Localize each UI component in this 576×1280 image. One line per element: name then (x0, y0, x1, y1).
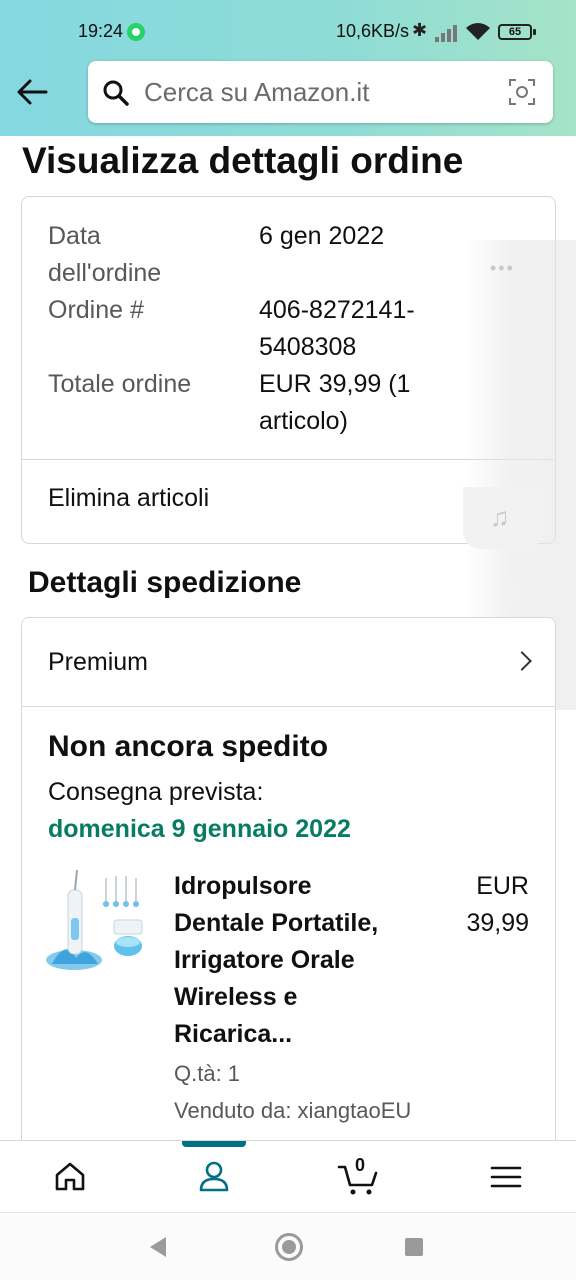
product-title[interactable]: Idropulsore Dentale Portatile, Irrigator… (174, 868, 429, 1053)
network-speed: 10,6KB/s (336, 21, 410, 41)
delete-items-label: Elimina articoli (48, 484, 210, 512)
order-number-value-cont: 5408308 (259, 333, 357, 361)
order-total-label: Totale ordine (48, 370, 192, 398)
whatsapp-icon (127, 23, 145, 41)
system-nav-bar (0, 1212, 576, 1280)
product-title-line: Ricarica... (174, 1020, 293, 1048)
order-total-value-cont: articolo) (259, 407, 348, 435)
order-number-label: Ordine # (48, 296, 144, 324)
order-date-label-cont: dell'ordine (48, 259, 162, 287)
price-amount: 39,99 (466, 909, 529, 937)
divider (22, 706, 555, 707)
order-date-label: Data (48, 222, 101, 250)
product-quantity: Q.tà: 1 (174, 1061, 241, 1086)
order-date-value: 6 gen 2022 (259, 222, 385, 250)
status-time: 19:24 (78, 21, 124, 41)
search-icon (103, 80, 129, 106)
menu-icon[interactable] (484, 1155, 528, 1199)
product-title-line: Dentale Portatile, (174, 909, 379, 937)
system-home-icon[interactable] (275, 1233, 303, 1261)
delivery-label: Consegna prevista: (48, 778, 264, 806)
active-tab-indicator (182, 1141, 246, 1147)
status-bar: 19:24 10,6KB/s ✱ 65 (0, 0, 576, 60)
product-image[interactable] (46, 868, 148, 978)
delivery-date: domenica 9 gennaio 2022 (48, 815, 351, 843)
order-number-value: 406-8272141- (259, 296, 415, 324)
search-placeholder: Cerca su Amazon.it (144, 77, 370, 107)
signal-icon (435, 24, 459, 42)
search-input[interactable]: Cerca su Amazon.it (88, 61, 553, 123)
bell-icon[interactable] (497, 576, 521, 604)
more-dots-icon[interactable]: ••• (490, 258, 515, 279)
premium-row[interactable]: Premium (22, 618, 555, 706)
shipment-card: Premium Non ancora spedito Consegna prev… (21, 617, 556, 1217)
order-total-value: EUR 39,99 (1 (259, 370, 411, 398)
system-back-icon[interactable] (150, 1237, 166, 1257)
product-title-line: Idropulsore (174, 872, 312, 900)
bottom-nav-bar (0, 1140, 576, 1212)
bluetooth-icon: ✱ (412, 20, 428, 40)
page-title: Visualizza dettagli ordine (22, 140, 464, 181)
system-recents-icon[interactable] (405, 1238, 423, 1256)
battery-icon: 65 (498, 24, 536, 40)
music-note-icon: ♫ (490, 502, 510, 532)
wifi-icon (466, 23, 490, 40)
home-icon[interactable] (48, 1155, 92, 1199)
account-icon[interactable] (192, 1155, 236, 1199)
camera-search-icon[interactable] (507, 77, 537, 107)
product-seller: Venduto da: xiangtaoEU (174, 1098, 412, 1123)
app-header: 19:24 10,6KB/s ✱ 65 Cerca su Amazon.it (0, 0, 576, 136)
shipping-section-title: Dettagli spedizione (28, 566, 302, 599)
price-currency: EUR (476, 872, 529, 900)
product-title-line: Wireless e (174, 983, 298, 1011)
shipment-status: Non ancora spedito (48, 730, 329, 763)
premium-label: Premium (48, 648, 149, 676)
back-arrow-icon[interactable] (16, 76, 50, 108)
product-title-line: Irrigatore Orale (174, 946, 355, 974)
product-price: EUR 39,99 (429, 868, 529, 942)
cart-count-badge: 0 (355, 1155, 366, 1175)
